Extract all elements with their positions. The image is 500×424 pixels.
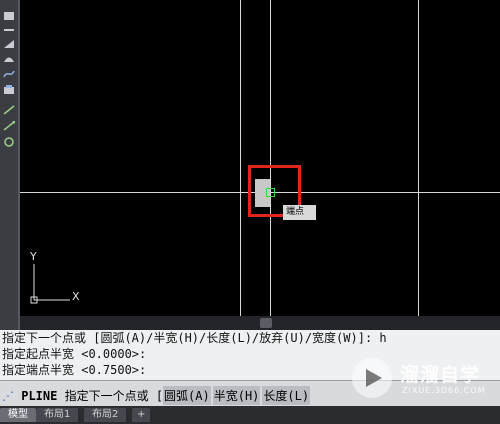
layout-tabs: 模型 布局1 布局2 + xyxy=(0,406,500,424)
snap-tooltip: 端点 xyxy=(283,205,316,220)
command-option-length[interactable]: 长度(L) xyxy=(262,386,311,405)
dimension-tool-icon[interactable] xyxy=(3,100,15,115)
polygon-tool-icon[interactable] xyxy=(3,34,15,48)
watermark-title: 溜溜自学 xyxy=(400,364,481,386)
leader-tool-icon[interactable] xyxy=(3,116,16,131)
arc-tool-icon[interactable] xyxy=(3,48,15,62)
horizontal-scrollbar[interactable] xyxy=(20,316,500,330)
command-option-arc[interactable]: 圆弧(A) xyxy=(163,386,211,405)
drawing-canvas[interactable]: 端点 Y X xyxy=(20,0,500,316)
grid-line xyxy=(240,0,241,316)
tab-model[interactable]: 模型 xyxy=(0,408,36,422)
command-prompt-text: 指定下一个点或 [ xyxy=(64,389,164,403)
crosshair-vertical xyxy=(270,0,271,316)
watermark-logo-icon xyxy=(352,358,392,398)
command-prompt-icon: ⋰ xyxy=(2,389,14,403)
command-name: PLINE xyxy=(21,389,58,403)
command-option-halfwidth[interactable]: 半宽(H) xyxy=(212,386,261,405)
block-tool-icon[interactable] xyxy=(3,80,15,94)
line-tool-icon[interactable] xyxy=(3,20,15,31)
spline-tool-icon[interactable] xyxy=(3,64,15,78)
scrollbar-thumb[interactable] xyxy=(260,318,272,328)
ucs-y-label: Y xyxy=(30,250,37,263)
rectangle-tool-icon[interactable] xyxy=(3,6,15,20)
history-line: 指定下一个点或 [圆弧(A)/半宽(H)/长度(L)/放弃(U)/宽度(W)]:… xyxy=(2,331,387,345)
add-layout-button[interactable]: + xyxy=(132,408,151,422)
ucs-x-label: X xyxy=(72,290,80,303)
ucs-icon: Y X xyxy=(26,250,86,304)
grid-line xyxy=(418,0,419,316)
tab-layout2[interactable]: 布局2 xyxy=(84,408,127,422)
watermark-url: ZIXUE.3D66.COM xyxy=(402,386,486,395)
tab-layout1[interactable]: 布局1 xyxy=(36,408,79,422)
circle-tool-icon[interactable] xyxy=(3,132,15,147)
watermark: 溜溜自学 ZIXUE.3D66.COM xyxy=(350,354,490,404)
draw-toolbar xyxy=(0,0,20,332)
